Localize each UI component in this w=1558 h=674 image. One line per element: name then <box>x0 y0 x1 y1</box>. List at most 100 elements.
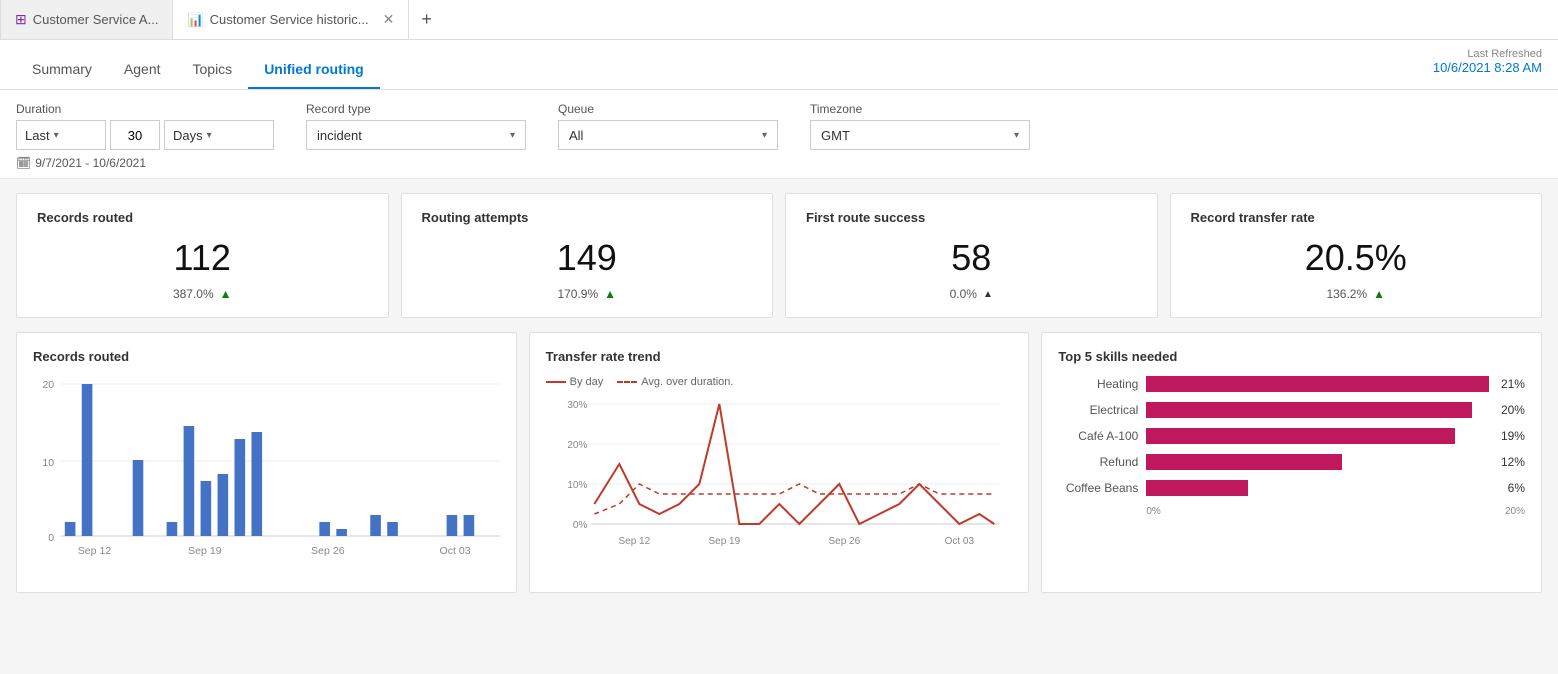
svg-text:30%: 30% <box>567 400 587 411</box>
skills-chart: Heating 21% Electrical 20% Café A-100 <box>1058 376 1525 517</box>
legend-avg-label: Avg. over duration. <box>641 376 733 388</box>
legend-by-day-label: By day <box>570 376 604 388</box>
skill-row-coffee: Coffee Beans 6% <box>1058 480 1525 496</box>
bar-chart: 20 10 0 <box>33 376 500 576</box>
kpi-title: Records routed <box>37 210 368 225</box>
duration-unit-select[interactable]: Days ▾ <box>164 120 274 150</box>
bar-chart-card: Records routed 20 10 0 <box>16 332 517 593</box>
calendar-icon: 🗓 <box>16 156 31 170</box>
kpi-title: Record transfer rate <box>1191 210 1522 225</box>
main-content: Records routed 112 387.0% ▲ Routing atte… <box>0 179 1558 607</box>
tab-app-label: Customer Service A... <box>33 12 159 27</box>
tab-app[interactable]: ⊞ Customer Service A... <box>0 0 173 39</box>
svg-text:Oct 03: Oct 03 <box>944 536 974 547</box>
last-refreshed-label: Last Refreshed <box>1433 48 1542 60</box>
skill-label: Refund <box>1058 455 1138 469</box>
tab-summary[interactable]: Summary <box>16 47 108 89</box>
tab-topics[interactable]: Topics <box>177 47 249 89</box>
kpi-value: 58 <box>806 237 1137 279</box>
skills-chart-card: Top 5 skills needed Heating 21% Electric… <box>1041 332 1542 593</box>
chevron-down-icon: ▾ <box>510 130 515 141</box>
record-type-select[interactable]: incident ▾ <box>306 120 526 150</box>
bar-chart-svg: 20 10 0 <box>33 376 500 566</box>
chart-icon: 📊 <box>187 12 203 28</box>
svg-text:0%: 0% <box>573 520 588 531</box>
skill-label: Electrical <box>1058 403 1138 417</box>
legend-solid-line <box>546 381 566 383</box>
line-chart-svg: 30% 20% 10% 0% Sep 12 Sep 19 Sep 26 Oct … <box>546 396 1013 571</box>
legend-dashed-line <box>617 381 637 383</box>
close-icon[interactable]: ✕ <box>383 11 395 28</box>
kpi-record-transfer-rate: Record transfer rate 20.5% 136.2% ▲ <box>1170 193 1543 318</box>
tab-historic-label: Customer Service historic... <box>210 12 369 27</box>
skill-label: Café A-100 <box>1058 429 1138 443</box>
chevron-down-icon: ▾ <box>762 130 767 141</box>
skill-bar <box>1146 480 1247 496</box>
bar-chart-title: Records routed <box>33 349 500 364</box>
svg-text:10: 10 <box>42 458 54 469</box>
nav-bar: Summary Agent Topics Unified routing Las… <box>0 40 1558 90</box>
skills-chart-title: Top 5 skills needed <box>1058 349 1525 364</box>
timezone-select[interactable]: GMT ▾ <box>810 120 1030 150</box>
trend-arrow: ▲ <box>1373 287 1385 301</box>
duration-value-input[interactable] <box>110 120 160 150</box>
duration-preset-select[interactable]: Last ▾ <box>16 120 106 150</box>
skill-bar-container <box>1146 454 1489 470</box>
kpi-footer: 0.0% ▲ <box>806 287 1137 301</box>
filter-bar: Duration Last ▾ Days ▾ Record type incid… <box>0 90 1558 179</box>
skill-pct: 20% <box>1501 403 1525 417</box>
line-chart-card: Transfer rate trend By day Avg. over dur… <box>529 332 1030 593</box>
tab-bar: ⊞ Customer Service A... 📊 Customer Servi… <box>0 0 1558 40</box>
trend-arrow: ▲ <box>604 287 616 301</box>
trend-arrow: ▲ <box>983 289 993 300</box>
svg-text:Sep 19: Sep 19 <box>188 546 222 557</box>
skill-pct: 19% <box>1501 429 1525 443</box>
queue-filter-group: Queue All ▾ <box>558 102 778 150</box>
svg-text:20: 20 <box>42 380 54 391</box>
skill-pct: 21% <box>1501 377 1525 391</box>
chevron-down-icon: ▾ <box>54 130 59 141</box>
svg-text:Sep 26: Sep 26 <box>311 546 345 557</box>
kpi-footer: 170.9% ▲ <box>422 287 753 301</box>
svg-text:Sep 26: Sep 26 <box>828 536 860 547</box>
skill-pct: 6% <box>1508 481 1525 495</box>
svg-text:20%: 20% <box>567 440 587 451</box>
legend-avg: Avg. over duration. <box>617 376 733 388</box>
kpi-change: 387.0% <box>173 287 214 301</box>
line-chart-title: Transfer rate trend <box>546 349 1013 364</box>
chart-legend: By day Avg. over duration. <box>546 376 1013 388</box>
x-label-0: 0% <box>1146 506 1160 517</box>
record-type-label: Record type <box>306 102 526 116</box>
record-type-filter-group: Record type incident ▾ <box>306 102 526 150</box>
svg-text:Sep 12: Sep 12 <box>618 536 650 547</box>
kpi-value: 20.5% <box>1191 237 1522 279</box>
last-refreshed-value: 10/6/2021 8:28 AM <box>1433 60 1542 75</box>
tab-unified-routing[interactable]: Unified routing <box>248 47 380 89</box>
app-icon: ⊞ <box>15 11 27 28</box>
skill-bar-container <box>1146 428 1489 444</box>
kpi-footer: 136.2% ▲ <box>1191 287 1522 301</box>
kpi-title: First route success <box>806 210 1137 225</box>
skill-bar <box>1146 376 1489 392</box>
skill-bar <box>1146 402 1471 418</box>
skill-row-electrical: Electrical 20% <box>1058 402 1525 418</box>
kpi-row: Records routed 112 387.0% ▲ Routing atte… <box>16 193 1542 318</box>
chart-row: Records routed 20 10 0 <box>16 332 1542 593</box>
skill-label: Coffee Beans <box>1058 481 1138 495</box>
queue-select[interactable]: All ▾ <box>558 120 778 150</box>
skill-bar-container <box>1146 480 1495 496</box>
last-refreshed: Last Refreshed 10/6/2021 8:28 AM <box>1433 48 1542 75</box>
add-tab-button[interactable]: + <box>409 9 444 30</box>
timezone-filter-group: Timezone GMT ▾ <box>810 102 1030 150</box>
legend-by-day: By day <box>546 376 604 388</box>
tab-historic[interactable]: 📊 Customer Service historic... ✕ <box>173 0 409 39</box>
kpi-change: 170.9% <box>557 287 598 301</box>
duration-label: Duration <box>16 102 274 116</box>
kpi-footer: 387.0% ▲ <box>37 287 368 301</box>
svg-text:Sep 19: Sep 19 <box>708 536 740 547</box>
kpi-change: 0.0% <box>950 287 977 301</box>
kpi-first-route-success: First route success 58 0.0% ▲ <box>785 193 1158 318</box>
date-range-value: 9/7/2021 - 10/6/2021 <box>35 156 146 170</box>
tab-agent[interactable]: Agent <box>108 47 177 89</box>
skill-row-heating: Heating 21% <box>1058 376 1525 392</box>
